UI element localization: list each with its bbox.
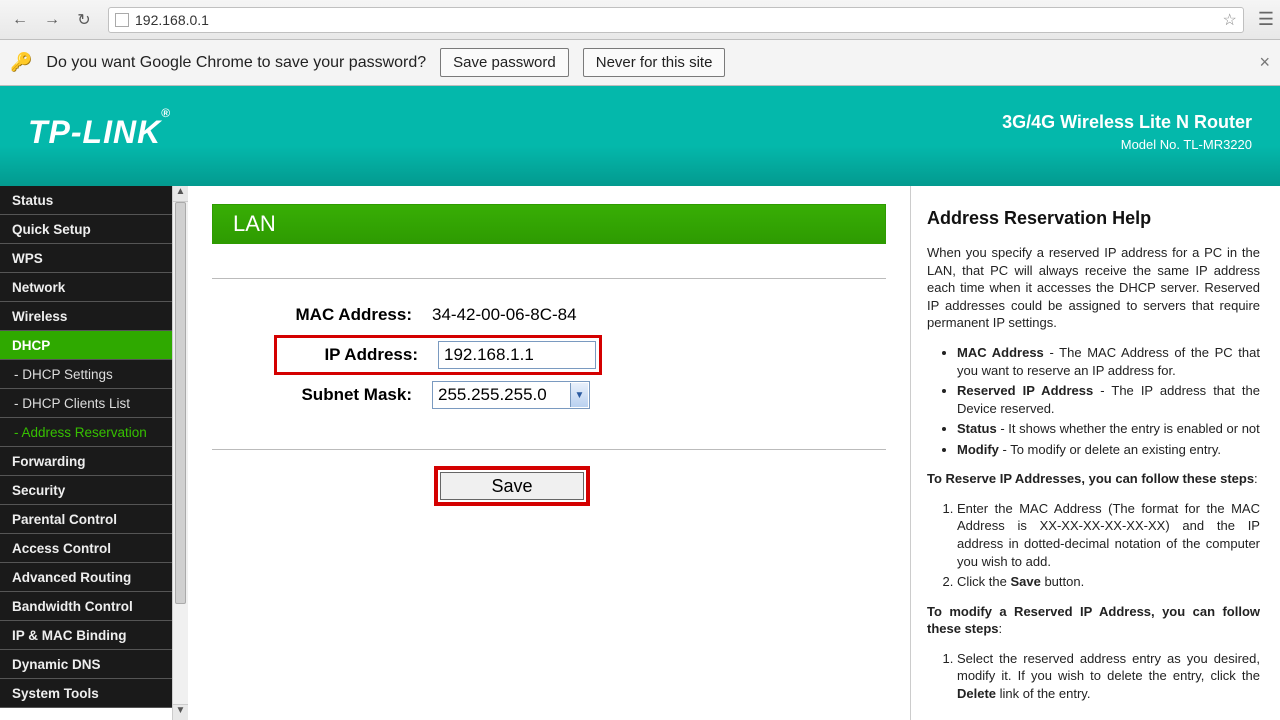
infobar-close-icon[interactable]: × — [1259, 52, 1270, 73]
page-icon — [115, 13, 129, 27]
product-name: 3G/4G Wireless Lite N Router — [1002, 112, 1252, 133]
router-header: TP-LINK® 3G/4G Wireless Lite N Router Mo… — [0, 86, 1280, 186]
save-password-infobar: 🔑 Do you want Google Chrome to save your… — [0, 40, 1280, 86]
help-bullet-modify: Modify - To modify or delete an existing… — [957, 441, 1260, 459]
main-panel: LAN MAC Address: 34-42-00-06-8C-84 IP Ad… — [188, 186, 906, 720]
sidebar-item-address-reservation[interactable]: - Address Reservation — [0, 418, 172, 447]
model-number: Model No. TL-MR3220 — [1002, 137, 1252, 152]
sidebar-item-system-tools[interactable]: System Tools — [0, 679, 172, 708]
sidebar-item-quick-setup[interactable]: Quick Setup — [0, 215, 172, 244]
help-title: Address Reservation Help — [927, 206, 1260, 230]
ip-address-label: IP Address: — [280, 345, 438, 365]
sidebar-item-access-control[interactable]: Access Control — [0, 534, 172, 563]
brand-logo: TP-LINK® — [28, 114, 171, 151]
sidebar-item-dhcp-clients-list[interactable]: - DHCP Clients List — [0, 389, 172, 418]
mac-address-value: 34-42-00-06-8C-84 — [432, 305, 577, 325]
mac-address-label: MAC Address: — [212, 305, 432, 325]
help-step1-1: Enter the MAC Address (The format for th… — [957, 500, 1260, 570]
never-for-site-button[interactable]: Never for this site — [583, 48, 726, 77]
ip-address-input[interactable] — [438, 341, 596, 369]
sidebar-scrollbar[interactable]: ▲ ▼ — [172, 186, 188, 720]
subnet-mask-label: Subnet Mask: — [212, 385, 432, 405]
address-bar[interactable]: 192.168.0.1 ☆ — [108, 7, 1244, 33]
forward-button[interactable]: → — [38, 6, 66, 34]
url-text: 192.168.0.1 — [135, 12, 209, 28]
sidebar-item-parental-control[interactable]: Parental Control — [0, 505, 172, 534]
sidebar-item-dhcp-settings[interactable]: - DHCP Settings — [0, 360, 172, 389]
sidebar-item-wireless[interactable]: Wireless — [0, 302, 172, 331]
help-steps2-title: To modify a Reserved IP Address, you can… — [927, 603, 1260, 638]
key-icon: 🔑 — [10, 52, 32, 73]
sidebar-item-advanced-routing[interactable]: Advanced Routing — [0, 563, 172, 592]
help-bullet-reserved-ip: Reserved IP Address - The IP address tha… — [957, 382, 1260, 417]
sidebar-item-dhcp[interactable]: DHCP — [0, 331, 172, 360]
subnet-mask-value: 255.255.255.0 — [438, 385, 547, 405]
scroll-thumb[interactable] — [175, 202, 186, 604]
sidebar-item-dynamic-dns[interactable]: Dynamic DNS — [0, 650, 172, 679]
divider — [212, 449, 886, 450]
subnet-mask-select[interactable]: 255.255.255.0 ▼ — [432, 381, 590, 409]
sidebar-item-forwarding[interactable]: Forwarding — [0, 447, 172, 476]
page-title: LAN — [212, 204, 886, 244]
divider — [212, 278, 886, 279]
infobar-message: Do you want Google Chrome to save your p… — [46, 54, 426, 72]
save-password-button[interactable]: Save password — [440, 48, 569, 77]
chevron-down-icon: ▼ — [570, 383, 588, 407]
help-bullet-status: Status - It shows whether the entry is e… — [957, 420, 1260, 438]
back-button[interactable]: ← — [6, 6, 34, 34]
sidebar-item-security[interactable]: Security — [0, 476, 172, 505]
browser-toolbar: ← → ↻ 192.168.0.1 ☆ ☰ — [0, 0, 1280, 40]
sidebar-item-status[interactable]: Status — [0, 186, 172, 215]
sidebar-item-bandwidth-control[interactable]: Bandwidth Control — [0, 592, 172, 621]
help-steps1-title: To Reserve IP Addresses, you can follow … — [927, 470, 1260, 488]
scroll-down-arrow[interactable]: ▼ — [173, 704, 188, 720]
help-panel: Address Reservation Help When you specif… — [911, 186, 1280, 702]
bookmark-star-icon[interactable]: ☆ — [1223, 10, 1237, 30]
help-intro: When you specify a reserved IP address f… — [927, 244, 1260, 332]
help-bullet-mac: MAC Address - The MAC Address of the PC … — [957, 344, 1260, 379]
reload-button[interactable]: ↻ — [70, 6, 98, 34]
help-step2-1: Select the reserved address entry as you… — [957, 650, 1260, 703]
sidebar-nav: StatusQuick SetupWPSNetworkWirelessDHCP-… — [0, 186, 172, 720]
sidebar-item-network[interactable]: Network — [0, 273, 172, 302]
scroll-up-arrow[interactable]: ▲ — [173, 186, 188, 202]
chrome-menu-icon[interactable]: ☰ — [1258, 9, 1274, 30]
sidebar-item-wps[interactable]: WPS — [0, 244, 172, 273]
help-step1-2: Click the Save button. — [957, 573, 1260, 591]
sidebar-item-ip-mac-binding[interactable]: IP & MAC Binding — [0, 621, 172, 650]
save-button[interactable]: Save — [440, 472, 584, 500]
